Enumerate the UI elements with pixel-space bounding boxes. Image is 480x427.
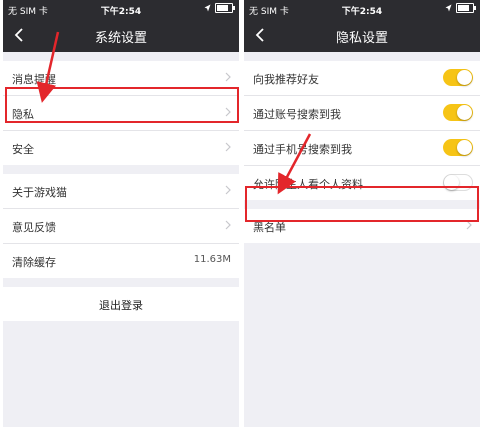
battery-icon [456,3,476,13]
status-icons [204,3,235,13]
toggle-row-search-by-account: 通过账号搜索到我 [244,96,480,131]
toggle-switch[interactable] [443,139,473,156]
privacy-settings-screen: 无 SIM 卡 下午2:54 隐私设置 向我推荐好友 通过账号搜索到我 通过手机… [244,0,480,427]
chevron-right-icon [225,72,231,82]
chevron-right-icon [466,220,472,230]
settings-item-feedback[interactable]: 意见反馈 [3,209,239,244]
location-icon [445,4,452,12]
settings-item-privacy[interactable]: 隐私 [3,96,239,131]
toggle-row-search-by-phone: 通过手机号搜索到我 [244,131,480,166]
settings-item-label: 安全 [12,143,34,156]
toggle-label: 通过手机号搜索到我 [253,143,352,156]
privacy-toggle-group: 向我推荐好友 通过账号搜索到我 通过手机号搜索到我 允许陌生人看个人资料 [244,61,480,200]
blacklist-label: 黑名单 [253,221,286,234]
chevron-right-icon [225,185,231,195]
toggle-label: 通过账号搜索到我 [253,108,341,121]
settings-group-1: 消息提醒 隐私 安全 [3,61,239,165]
settings-item-message-alert[interactable]: 消息提醒 [3,61,239,96]
logout-label: 退出登录 [99,299,143,312]
toggle-switch[interactable] [443,69,473,86]
chevron-right-icon [225,107,231,117]
settings-group-2: 关于游戏猫 意见反馈 清除缓存 11.63M [3,174,239,278]
settings-item-label: 意见反馈 [12,221,56,234]
toggle-label: 向我推荐好友 [253,73,319,86]
chevron-right-icon [225,220,231,230]
settings-item-security[interactable]: 安全 [3,131,239,165]
toggle-label: 允许陌生人看个人资料 [253,178,363,191]
settings-item-label: 消息提醒 [12,73,56,86]
cache-size-value: 11.63M [193,254,231,265]
page-title: 系统设置 [94,31,147,46]
blacklist-group: 黑名单 [244,209,480,243]
nav-bar: 系统设置 [3,18,239,52]
logout-button[interactable]: 退出登录 [3,287,239,321]
nav-bar: 隐私设置 [244,18,480,52]
toggle-switch[interactable] [443,174,473,191]
status-bar: 无 SIM 卡 下午2:54 [244,0,480,18]
toggle-row-recommend-friends: 向我推荐好友 [244,61,480,96]
battery-icon [215,3,235,13]
settings-item-label: 关于游戏猫 [12,186,67,199]
system-settings-screen: 无 SIM 卡 下午2:54 系统设置 消息提醒 隐私 安全 关于游戏猫 意见反… [3,0,239,427]
page-title: 隐私设置 [335,31,388,46]
location-icon [204,4,211,12]
toggle-switch[interactable] [443,104,473,121]
settings-item-about[interactable]: 关于游戏猫 [3,174,239,209]
chevron-right-icon [225,142,231,152]
settings-item-label: 隐私 [12,108,34,121]
toggle-row-stranger-view-profile: 允许陌生人看个人资料 [244,166,480,200]
status-bar: 无 SIM 卡 下午2:54 [3,0,239,18]
blacklist-item[interactable]: 黑名单 [244,209,480,243]
settings-item-label: 清除缓存 [12,256,56,269]
settings-item-clear-cache[interactable]: 清除缓存 11.63M [3,244,239,278]
status-icons [445,3,476,13]
